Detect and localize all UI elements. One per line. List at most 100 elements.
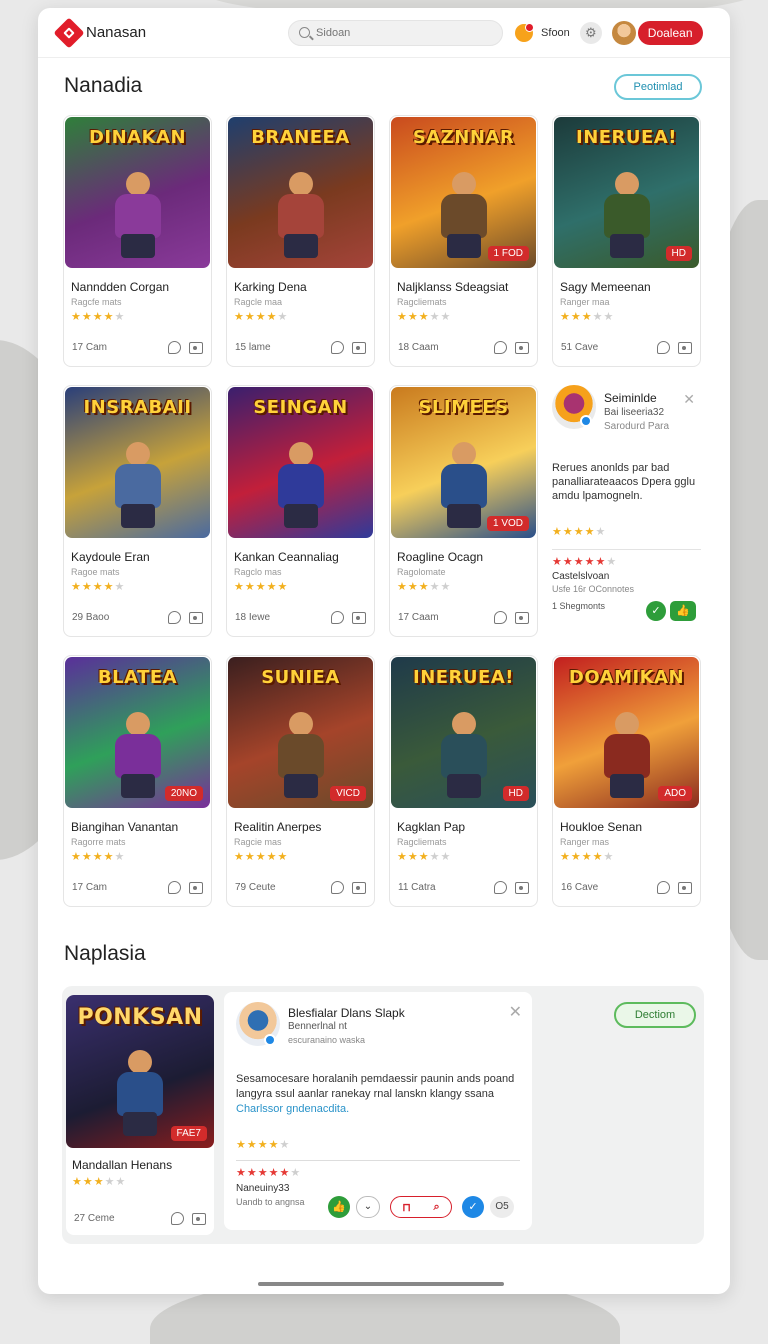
game-thumbnail[interactable]: DINAKAN [65, 117, 210, 268]
game-thumbnail[interactable]: INERUEA! HD [554, 117, 699, 268]
game-card[interactable]: INERUEA! HD Sagy Memeenan Ranger maa ★★★★★ 51… [552, 115, 701, 367]
search-input[interactable] [316, 26, 477, 39]
report-button[interactable]: ⊓ ⌕ [390, 1196, 452, 1218]
featured-art-title: PONKSAN [77, 1005, 203, 1030]
comment-icon[interactable] [331, 611, 344, 624]
game-subtitle: Ragcle maa [234, 297, 283, 307]
game-subtitle: Ragcfe mats [71, 297, 122, 307]
comment-icon[interactable] [657, 881, 670, 894]
media-icon[interactable] [352, 341, 366, 354]
search-icon [299, 27, 311, 38]
reply-rating-stars: ★★★★★★ [236, 1167, 302, 1179]
reply-count[interactable]: 1 Shegmonts [552, 601, 605, 611]
chevron-down-icon[interactable]: ⌄ [356, 1196, 380, 1218]
game-thumbnail[interactable]: BRANEEA [228, 117, 373, 268]
game-name: Biangihan Vanantan [71, 820, 179, 834]
game-card[interactable]: INSRABAII Kaydoule Eran Ragoe mats ★★★★★ 29 … [63, 385, 212, 637]
notification-bell-icon[interactable] [515, 22, 535, 42]
check-icon[interactable]: ✓ [646, 601, 666, 621]
comment-icon[interactable] [657, 341, 670, 354]
game-name: Kaydoule Eran [71, 550, 150, 564]
game-thumbnail[interactable]: SEINGAN [228, 387, 373, 538]
comment-icon[interactable] [171, 1212, 184, 1225]
game-count: 51 Cave [561, 342, 599, 353]
media-icon[interactable] [189, 341, 203, 354]
review-sidebar: Seiminlde Bai liseeria32 Sarodurd Para ✕ Rer… [552, 385, 701, 637]
notification-label[interactable]: Sfoon [541, 27, 570, 39]
review-link[interactable]: Charlssor gndenacdita. [236, 1103, 349, 1115]
gear-icon[interactable]: ⚙ [579, 21, 602, 44]
user-avatar[interactable] [611, 20, 636, 45]
game-count: 79 Ceute [235, 882, 276, 893]
logo-icon [53, 16, 85, 49]
check-icon[interactable]: ✓ [462, 1196, 484, 1218]
comment-icon[interactable] [331, 881, 344, 894]
close-icon[interactable]: ✕ [509, 1002, 522, 1022]
game-subtitle: Ragclo mas [234, 567, 282, 577]
like-icon[interactable]: 👍 [328, 1196, 350, 1218]
game-card[interactable]: INERUEA! HD Kagklan Pap Ragcliemats ★★★★★ 11 … [389, 655, 538, 907]
section-action-button[interactable]: Peotimlad [614, 74, 702, 100]
game-thumbnail[interactable]: BLATEA 20NO [65, 657, 210, 808]
rating-stars: ★★★★★ [560, 851, 615, 863]
review-card: Blesfialar Dlans Slapk Bennerlnal nt esc… [224, 992, 532, 1230]
review-rating-stars: ★★★★★ [552, 526, 607, 538]
comment-icon[interactable] [494, 341, 507, 354]
game-card[interactable]: SUNIEA VICD Realitin Anerpes Ragcie mas ★★★★… [226, 655, 375, 907]
game-name: Naljklanss Sdeagsiat [397, 280, 509, 294]
media-icon[interactable] [189, 881, 203, 894]
game-name: Nanndden Corgan [71, 280, 170, 294]
comment-icon[interactable] [168, 341, 181, 354]
comment-icon[interactable] [331, 341, 344, 354]
media-icon[interactable] [192, 1212, 206, 1225]
media-icon[interactable] [678, 341, 692, 354]
media-icon[interactable] [352, 611, 366, 624]
game-name: Kagklan Pap [397, 820, 466, 834]
media-icon[interactable] [515, 611, 529, 624]
game-thumbnail[interactable]: SLIMEES 1 VOD [391, 387, 536, 538]
reviewer-meta: Bai liseeria32 [604, 407, 665, 418]
count-button[interactable]: O5 [490, 1196, 514, 1218]
game-thumbnail[interactable]: INSRABAII [65, 387, 210, 538]
game-tag: 1 FOD [487, 246, 529, 261]
review-text: Sesamocesare horalanih pemdaessir paunin… [236, 1073, 515, 1100]
game-card[interactable]: BRANEEA Karking Dena Ragcle maa ★★★★★ 15 lam… [226, 115, 375, 367]
game-card[interactable]: BLATEA 20NO Biangihan Vanantan Ragorre mats… [63, 655, 212, 907]
search-bar[interactable] [288, 19, 504, 46]
game-count: 17 Cam [72, 882, 108, 893]
game-art-title: BLATEA [97, 667, 178, 688]
comment-icon[interactable] [168, 881, 181, 894]
game-card[interactable]: SLIMEES 1 VOD Roagline Ocagn Ragolomate ★★★★… [389, 385, 538, 637]
media-icon[interactable] [678, 881, 692, 894]
game-thumbnail[interactable]: SUNIEA VICD [228, 657, 373, 808]
hero-figure [596, 172, 658, 258]
media-icon[interactable] [515, 881, 529, 894]
flag-icon: ⊓ [402, 1201, 411, 1214]
comment-icon[interactable] [168, 611, 181, 624]
game-thumbnail[interactable]: INERUEA! HD [391, 657, 536, 808]
featured-tag: FAE7 [170, 1126, 207, 1141]
media-icon[interactable] [189, 611, 203, 624]
close-icon[interactable]: ✕ [683, 391, 695, 408]
like-icon[interactable]: 👍 [670, 601, 696, 621]
primary-action-button[interactable]: Doalean [637, 20, 703, 45]
game-thumbnail[interactable]: DOAMIKAN ADO [554, 657, 699, 808]
brand-logo[interactable]: Nanasan [53, 16, 146, 49]
game-card[interactable]: SAZNNAR 1 FOD Naljklanss Sdeagsiat Ragcliem… [389, 115, 538, 367]
game-card[interactable]: SEINGAN Kankan Ceannaliag Ragclo mas ★★★★★ 1… [226, 385, 375, 637]
game-card[interactable]: DOAMIKAN ADO Houkloe Senan Ranger mas ★★★★★ 1… [552, 655, 701, 907]
featured-thumbnail[interactable]: PONKSAN FAE7 [66, 995, 214, 1148]
featured-count: 27 Ceme [74, 1213, 115, 1224]
reviewer-meta: Bennerlnal nt [288, 1021, 347, 1032]
comment-icon[interactable] [494, 881, 507, 894]
media-icon[interactable] [352, 881, 366, 894]
game-thumbnail[interactable]: SAZNNAR 1 FOD [391, 117, 536, 268]
secondary-section-button[interactable]: Dectiom [614, 1002, 696, 1028]
divider [552, 549, 701, 550]
game-art-title: INSRABAII [83, 397, 192, 418]
game-card[interactable]: DINAKAN Nanndden Corgan Ragcfe mats ★★★★★ 17… [63, 115, 212, 367]
media-icon[interactable] [515, 341, 529, 354]
game-name: Realitin Anerpes [234, 820, 322, 834]
featured-game-card[interactable]: PONKSAN FAE7 Mandallan Henans ★★★★★ 27 C… [66, 995, 214, 1235]
comment-icon[interactable] [494, 611, 507, 624]
